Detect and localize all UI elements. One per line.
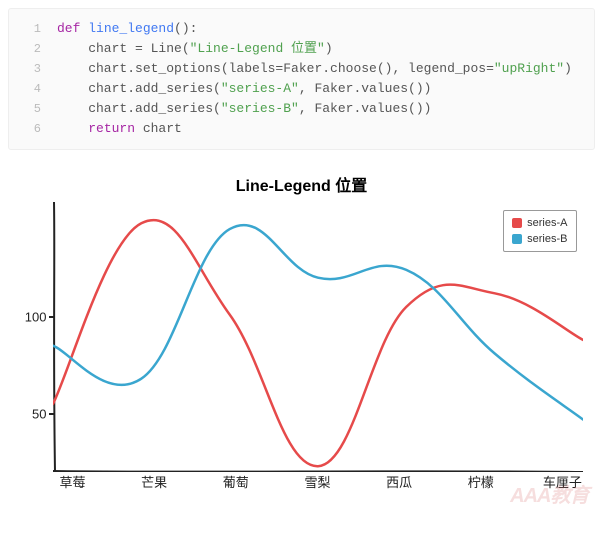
- code-line: 3 chart.set_options(labels=Faker.choose(…: [9, 59, 594, 79]
- chart-title: Line-Legend 位置: [9, 172, 595, 196]
- series-a-line: [53, 220, 583, 466]
- watermark: AAA教育: [510, 479, 588, 508]
- code-line: 1 def line_legend():: [9, 19, 594, 39]
- code-block: 1 def line_legend(): 2 chart = Line("Lin…: [8, 8, 595, 150]
- line-no: 6: [9, 119, 57, 139]
- chart: Line-Legend 位置 series-A series-B 100 50 …: [9, 172, 595, 502]
- code-line: 4 chart.add_series("series-A", Faker.val…: [9, 79, 594, 99]
- code-text: chart.add_series("series-A", Faker.value…: [57, 79, 431, 99]
- x-tick-label: 葡萄: [216, 472, 256, 491]
- x-tick-labels: 草莓 芒果 葡萄 雪梨 西瓜 柠檬 车厘子: [53, 472, 583, 491]
- series-b-line: [53, 225, 583, 419]
- line-no: 2: [9, 39, 57, 59]
- line-no: 1: [9, 19, 57, 39]
- code-line: 5 chart.add_series("series-B", Faker.val…: [9, 99, 594, 119]
- code-text: chart = Line("Line-Legend 位置"): [57, 39, 333, 59]
- y-tick-label: 100: [9, 310, 47, 325]
- y-tick-label: 50: [9, 407, 47, 422]
- code-text: def line_legend():: [57, 19, 197, 39]
- code-text: return chart: [57, 119, 182, 139]
- code-line: 6 return chart: [9, 119, 594, 139]
- code-line: 2 chart = Line("Line-Legend 位置"): [9, 39, 594, 59]
- line-no: 3: [9, 59, 57, 79]
- code-text: chart.add_series("series-B", Faker.value…: [57, 99, 431, 119]
- plot-svg: [53, 200, 583, 472]
- line-no: 4: [9, 79, 57, 99]
- code-text: chart.set_options(labels=Faker.choose(),…: [57, 59, 572, 79]
- x-tick-label: 西瓜: [379, 472, 419, 491]
- x-tick-label: 草莓: [53, 472, 93, 491]
- x-tick-label: 柠檬: [461, 472, 501, 491]
- line-no: 5: [9, 99, 57, 119]
- x-tick-label: 芒果: [134, 472, 174, 491]
- x-tick-label: 雪梨: [297, 472, 337, 491]
- y-axis: [54, 202, 55, 472]
